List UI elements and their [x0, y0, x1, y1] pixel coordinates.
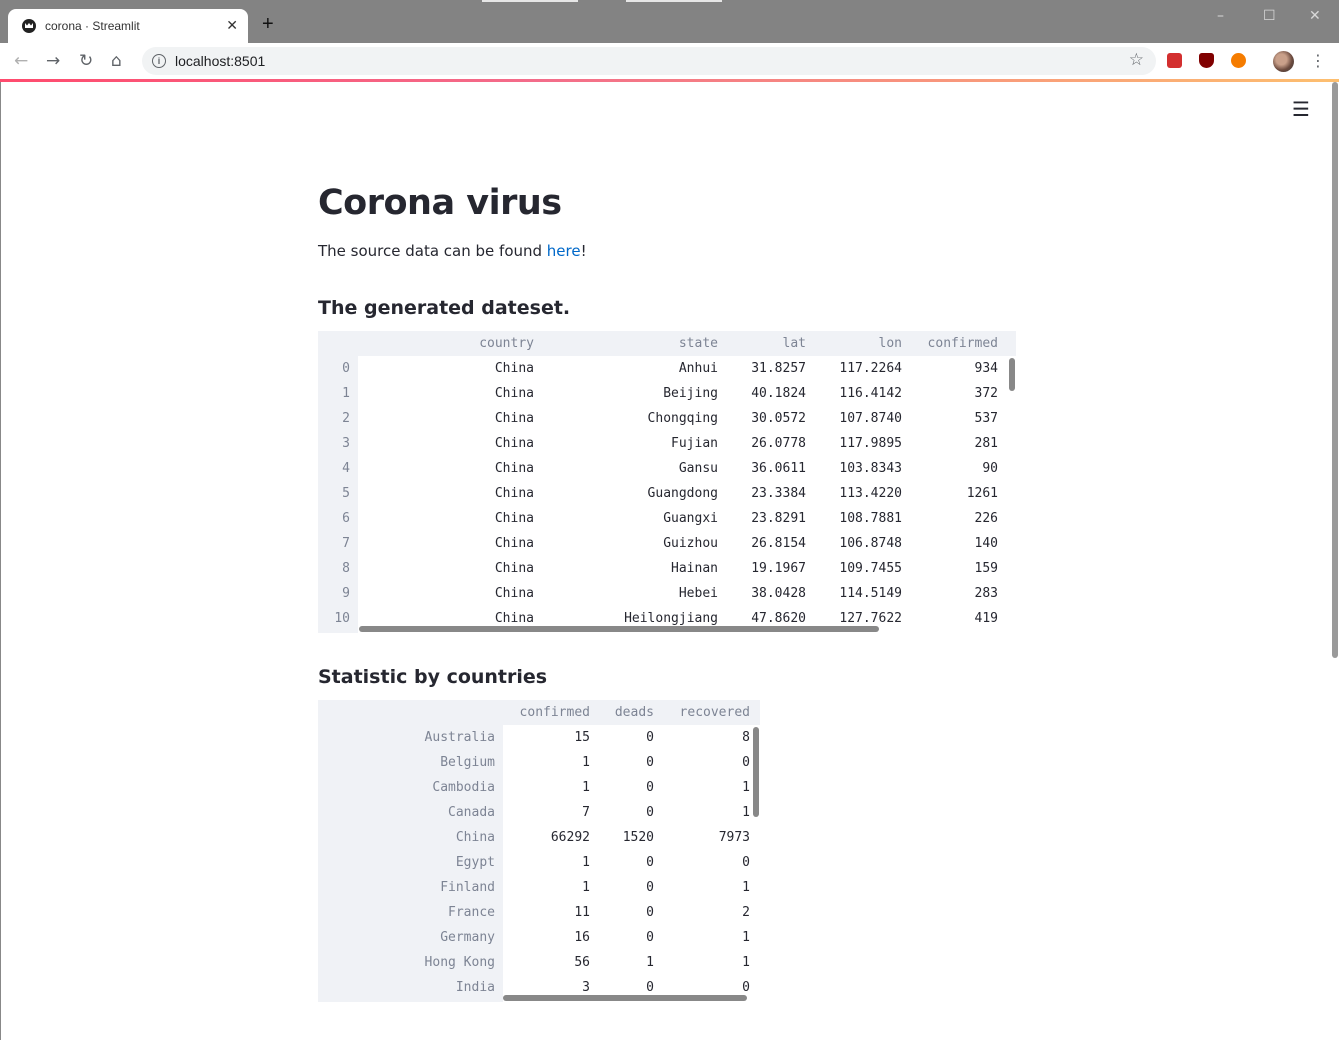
browser-toolbar: ← → ↻ ⌂ i localhost:8501 ☆ ⋮	[0, 43, 1339, 79]
page-scrollbar-thumb[interactable]	[1332, 82, 1338, 658]
row-index: 0	[318, 356, 350, 381]
table-cell[interactable]: 159	[838, 556, 998, 581]
table-cell[interactable]: China	[374, 506, 534, 531]
page-scrollbar[interactable]	[1331, 82, 1339, 1040]
url-text[interactable]: localhost:8501	[175, 53, 265, 69]
table-cell[interactable]: 1261	[838, 481, 998, 506]
table-cell[interactable]: China	[374, 481, 534, 506]
table-cell[interactable]: 934	[838, 356, 998, 381]
section-heading-dataset: The generated dateset.	[318, 297, 571, 319]
table-cell[interactable]: 1	[590, 875, 750, 900]
tabstrip-indicator	[482, 0, 578, 2]
table-cell[interactable]: 2	[590, 900, 750, 925]
column-header[interactable]: confirmed	[838, 331, 998, 356]
row-index: 7	[318, 531, 350, 556]
row-index: 8	[318, 556, 350, 581]
horizontal-scrollbar[interactable]	[503, 995, 747, 1001]
new-tab-icon[interactable]: +	[262, 14, 274, 34]
viewport-border	[0, 82, 1, 1040]
table-cell[interactable]: 140	[838, 531, 998, 556]
menu-kebab-icon[interactable]: ⋮	[1310, 51, 1326, 70]
table-cell[interactable]: 7973	[590, 825, 750, 850]
forward-icon[interactable]: →	[46, 51, 60, 71]
table-cell[interactable]: China	[374, 431, 534, 456]
source-link[interactable]: here	[547, 242, 581, 260]
vertical-scrollbar[interactable]	[1009, 358, 1015, 391]
extension-fire-icon[interactable]	[1231, 53, 1246, 68]
table-cell[interactable]: China	[374, 356, 534, 381]
close-icon[interactable]: ✕	[226, 17, 238, 34]
table-cell[interactable]: 0	[590, 850, 750, 875]
star-icon[interactable]: ☆	[1129, 50, 1144, 70]
row-index: 4	[318, 456, 350, 481]
page-title: Corona virus	[318, 183, 562, 223]
intro-suffix: !	[580, 242, 587, 260]
table-cell[interactable]: 1	[590, 950, 750, 975]
table-cell[interactable]: 8	[590, 725, 750, 750]
table-cell[interactable]: 226	[838, 506, 998, 531]
streamlit-favicon-icon	[22, 19, 36, 33]
info-icon[interactable]: i	[152, 54, 166, 68]
row-index: 10	[318, 606, 350, 631]
address-bar[interactable]: i localhost:8501 ☆	[142, 47, 1156, 75]
table-cell[interactable]: 283	[838, 581, 998, 606]
intro-paragraph: The source data can be found here!	[318, 242, 587, 260]
table-cell[interactable]: 281	[838, 431, 998, 456]
table-cell[interactable]: China	[374, 406, 534, 431]
vertical-scrollbar[interactable]	[753, 727, 759, 817]
dataset-dataframe[interactable]: country state lat lon confirmed 0 China Anhui 31…	[318, 331, 1016, 633]
row-index: 9	[318, 581, 350, 606]
horizontal-scrollbar[interactable]	[359, 626, 879, 632]
table-cell[interactable]: 1	[590, 775, 750, 800]
column-header[interactable]: recovered	[590, 700, 750, 725]
table-cell[interactable]: China	[374, 456, 534, 481]
table-cell[interactable]: 537	[838, 406, 998, 431]
back-icon[interactable]: ←	[14, 51, 28, 71]
extension-icon[interactable]	[1167, 53, 1182, 68]
table-cell[interactable]: 1	[590, 925, 750, 950]
country-dataframe[interactable]: confirmed deads recovered Australia 15 0 8 Belg…	[318, 700, 760, 1002]
reload-icon[interactable]: ↻	[79, 51, 93, 71]
window-close-icon[interactable]: ✕	[1309, 8, 1321, 24]
column-header[interactable]: country	[374, 331, 534, 356]
streamlit-header-decoration	[0, 79, 1339, 82]
home-icon[interactable]: ⌂	[111, 51, 122, 71]
table-cell[interactable]: 1	[590, 800, 750, 825]
table-cell[interactable]: China	[374, 531, 534, 556]
table-cell[interactable]: China	[374, 381, 534, 406]
row-index: 6	[318, 506, 350, 531]
table-cell[interactable]: 0	[590, 750, 750, 775]
minimize-icon[interactable]: –	[1217, 8, 1224, 24]
hamburger-menu-icon[interactable]: ☰	[1292, 99, 1310, 119]
tab-title: corona · Streamlit	[45, 19, 140, 33]
table-cell[interactable]: 372	[838, 381, 998, 406]
browser-tab[interactable]: corona · Streamlit ✕	[8, 9, 248, 43]
avatar[interactable]	[1273, 51, 1294, 72]
tabstrip-indicator	[626, 0, 722, 2]
intro-text: The source data can be found	[318, 242, 547, 260]
table-cell[interactable]: China	[374, 581, 534, 606]
section-heading-countries: Statistic by countries	[318, 666, 548, 688]
row-index: 3	[318, 431, 350, 456]
row-index: 5	[318, 481, 350, 506]
browser-titlebar: corona · Streamlit ✕ + – ☐ ✕	[0, 0, 1339, 43]
ublock-icon[interactable]	[1199, 53, 1214, 68]
maximize-icon[interactable]: ☐	[1263, 8, 1276, 24]
table-cell[interactable]: China	[374, 556, 534, 581]
table-cell[interactable]: 90	[838, 456, 998, 481]
row-index: 2	[318, 406, 350, 431]
row-index: 1	[318, 381, 350, 406]
